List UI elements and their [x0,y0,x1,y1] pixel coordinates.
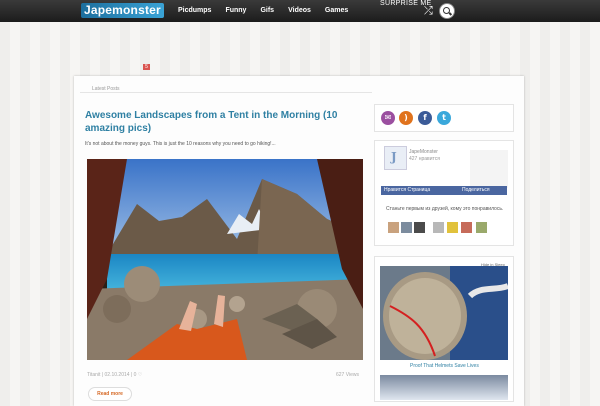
friend-avatar[interactable] [388,222,399,233]
ad-caption[interactable]: Proof That Helmets Save Lives [410,363,479,369]
nav-item-gifs[interactable]: Gifs [253,0,281,22]
post-title[interactable]: Awesome Landscapes from a Tent in the Mo… [85,109,370,135]
post-author-date: Titanit | 02.10.2014 [87,372,130,378]
facebook-page-name[interactable]: JapeMonster [409,149,438,155]
rss-icon[interactable]: ) [399,111,413,125]
nav-item-games[interactable]: Games [318,0,355,22]
post-image[interactable] [87,159,363,360]
facebook-like-button[interactable]: Нравится Страница [384,187,430,194]
friend-avatar[interactable] [476,222,487,233]
ad-image-second[interactable] [380,375,508,400]
facebook-cover-sketch [470,150,508,188]
shuffle-icon[interactable]: ⤮ [424,5,433,17]
nav-item-videos[interactable]: Videos [281,0,318,22]
avatar-letter: J [391,150,397,164]
friend-avatar[interactable] [414,222,425,233]
facebook-page-avatar[interactable]: J [384,146,407,170]
divider [80,92,372,93]
twitter-icon[interactable]: t [437,111,451,125]
facebook-likes-count: 427 нравится [409,156,440,162]
facebook-icon[interactable]: f [418,111,432,125]
heart-icon[interactable]: ♡ [138,372,142,378]
helmet-coin-illustration [380,266,508,360]
search-icon[interactable] [440,4,454,18]
friend-avatar[interactable] [447,222,458,233]
nav-item-funny[interactable]: Funny [218,0,253,22]
post-meta: Titanit | 02.10.2014 | 0 ♡ [87,372,142,378]
comment-count[interactable]: 0 [134,372,137,378]
facebook-friends-text: Станьте первым из друзей, кому это понра… [386,206,504,212]
site-logo[interactable]: Japemonster [81,3,164,18]
ad-image[interactable] [380,266,508,360]
view-count: 627 Views [336,372,359,378]
landscape-photo [87,159,363,360]
post-excerpt: It's not about the money guys. This is j… [85,141,276,147]
friend-avatar[interactable] [461,222,472,233]
notification-badge: 5 [143,64,150,70]
nav-item-picdumps[interactable]: Picdumps [171,0,218,22]
read-more-button[interactable]: Read more [88,387,132,401]
friend-avatar[interactable] [433,222,444,233]
friend-avatar[interactable] [401,222,412,233]
facebook-share-button[interactable]: Поделиться [462,187,490,194]
main-nav: Picdumps Funny Gifs Videos Games [171,0,355,22]
top-navigation-bar: Japemonster Picdumps Funny Gifs Videos G… [0,0,600,22]
email-icon[interactable]: ✉ [381,111,395,125]
